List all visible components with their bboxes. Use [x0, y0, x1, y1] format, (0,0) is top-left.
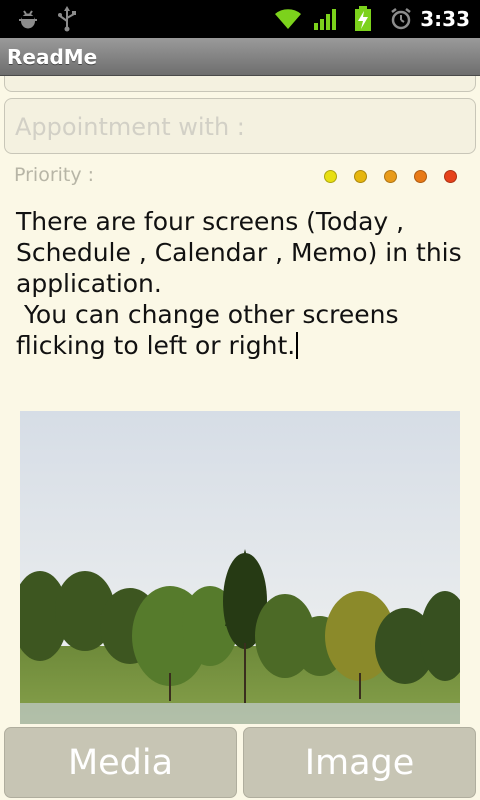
memo-scroll-area[interactable]: Appointment with : Priority : There are … — [0, 76, 480, 724]
memo-text: There are four screens (Today , Schedule… — [16, 207, 462, 360]
wifi-icon — [272, 0, 304, 38]
status-bar: 3:33 — [0, 0, 480, 38]
alarm-icon — [388, 0, 414, 38]
priority-dot-3[interactable] — [384, 170, 397, 183]
usb-icon — [54, 0, 80, 38]
priority-dot-2[interactable] — [354, 170, 367, 183]
priority-dot-1[interactable] — [324, 170, 337, 183]
battery-charging-icon — [352, 0, 374, 38]
image-button[interactable]: Image — [243, 727, 476, 798]
media-button[interactable]: Media — [4, 727, 237, 798]
app-title: ReadMe — [7, 45, 98, 69]
previous-field[interactable] — [4, 76, 476, 92]
memo-text-field[interactable]: There are four screens (Today , Schedule… — [16, 206, 466, 361]
appointment-input[interactable]: Appointment with : — [4, 98, 476, 154]
debug-icon — [14, 0, 42, 38]
signal-icon — [312, 0, 340, 38]
title-bar: ReadMe — [0, 38, 480, 76]
priority-dot-4[interactable] — [414, 170, 427, 183]
status-time: 3:33 — [420, 7, 470, 31]
bottom-button-bar: Media Image — [0, 724, 480, 800]
priority-selector — [0, 170, 480, 184]
priority-dot-5[interactable] — [444, 170, 457, 183]
attached-photo[interactable] — [20, 411, 460, 724]
text-cursor — [296, 332, 299, 359]
